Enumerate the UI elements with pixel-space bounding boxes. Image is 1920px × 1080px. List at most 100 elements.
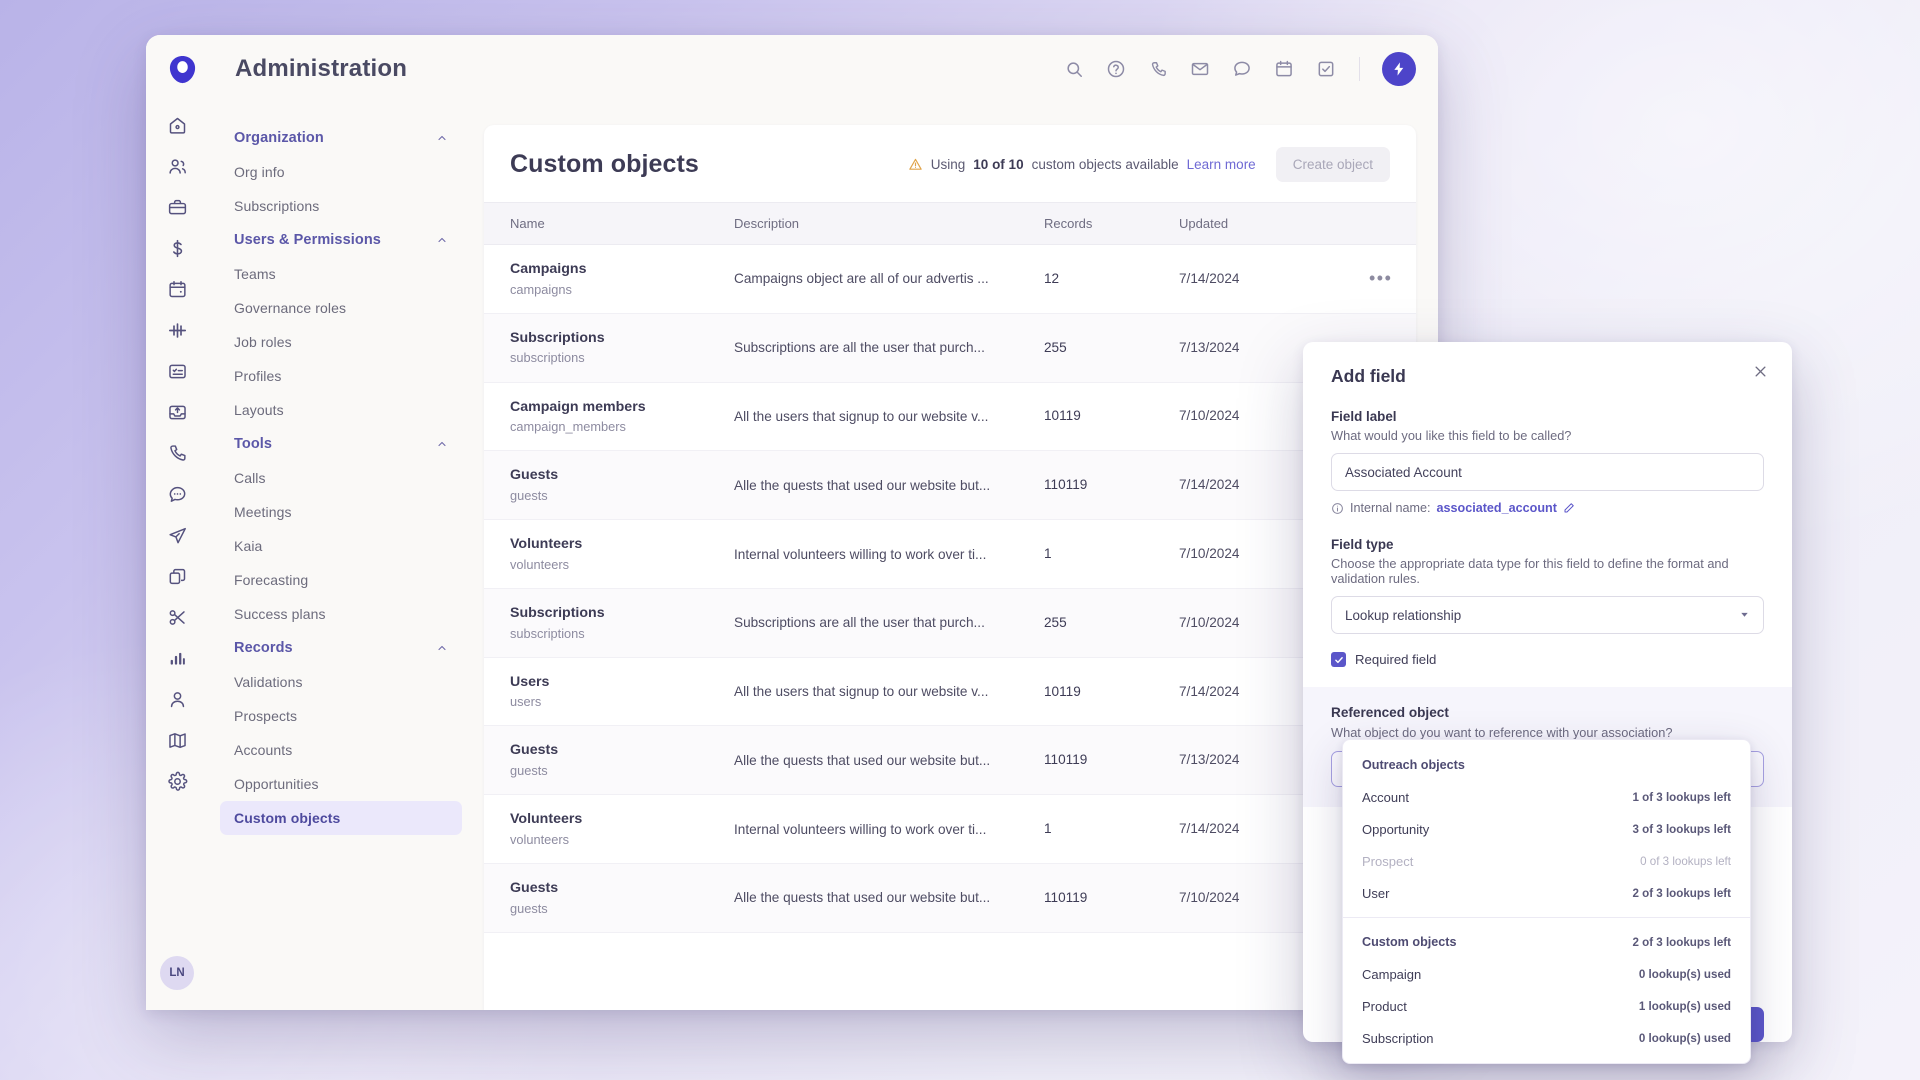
dropdown-item-campaign[interactable]: Campaign0 lookup(s) used [1343,958,1750,990]
table-row[interactable]: SubscriptionssubscriptionsSubscriptions … [484,588,1416,657]
object-slug: volunteers [510,555,734,574]
object-name: Volunteers [510,809,734,830]
column-header-updated: Updated [1179,203,1369,245]
object-slug: volunteers [510,830,734,849]
dropdown-item-account[interactable]: Account1 of 3 lookups left [1343,781,1750,813]
chat-bubble-icon[interactable] [165,482,189,506]
dropdown-item-user[interactable]: User2 of 3 lookups left [1343,877,1750,909]
copy-icon[interactable] [165,564,189,588]
table-row[interactable]: CampaignscampaignsCampaigns object are a… [484,245,1416,314]
object-slug: subscriptions [510,624,734,643]
bar-chart-icon[interactable] [165,646,189,670]
table-row[interactable]: GuestsguestsAlle the quests that used ou… [484,726,1416,795]
sidebar-item-org-info[interactable]: Org info [220,155,462,189]
sidebar-section-label: Users & Permissions [234,232,381,248]
outreach-logo-icon[interactable] [166,53,199,86]
sidebar-item-meetings[interactable]: Meetings [220,495,462,529]
sidebar-item-validations[interactable]: Validations [220,665,462,699]
modal-title: Add field [1331,366,1764,387]
sidebar-section-records[interactable]: Records [220,631,462,665]
warning-triangle-icon [908,157,923,172]
usage-count: 10 of 10 [973,157,1023,172]
sidebar-section-users-permissions[interactable]: Users & Permissions [220,223,462,257]
search-icon[interactable] [1063,58,1085,80]
dropdown-group-header: Custom objects2 of 3 lookups left [1343,926,1750,958]
send-icon[interactable] [165,523,189,547]
field-type-heading: Field type [1331,537,1764,552]
sidebar-item-governance-roles[interactable]: Governance roles [220,291,462,325]
bolt-icon[interactable] [1382,52,1416,86]
object-updated: 7/10/2024 [1179,408,1239,423]
object-records: 12 [1044,271,1059,286]
task-check-icon[interactable] [1315,58,1337,80]
field-label-input[interactable] [1331,453,1764,491]
sidebar-item-custom-objects[interactable]: Custom objects [220,801,462,835]
table-row[interactable]: VolunteersvolunteersInternal volunteers … [484,795,1416,864]
card-list-icon[interactable] [165,359,189,383]
table-row[interactable]: UsersusersAll the users that signup to o… [484,657,1416,726]
avatar[interactable]: LN [160,956,194,990]
calendar-icon[interactable] [165,277,189,301]
gear-icon[interactable] [165,769,189,793]
field-type-select[interactable]: Lookup relationship [1331,596,1764,634]
map-icon[interactable] [165,728,189,752]
sidebar-item-prospects[interactable]: Prospects [220,699,462,733]
row-menu-button[interactable]: ••• [1369,268,1392,288]
waveform-icon[interactable] [165,318,189,342]
table-row[interactable]: GuestsguestsAlle the quests that used ou… [484,451,1416,520]
sidebar-item-job-roles[interactable]: Job roles [220,325,462,359]
table-row[interactable]: SubscriptionssubscriptionsSubscriptions … [484,313,1416,382]
dropdown-item-subscription[interactable]: Subscription0 lookup(s) used [1343,1022,1750,1054]
create-object-button[interactable]: Create object [1276,147,1390,182]
briefcase-icon[interactable] [165,195,189,219]
sidebar-item-profiles[interactable]: Profiles [220,359,462,393]
card-title: Custom objects [510,150,699,179]
table-row[interactable]: VolunteersvolunteersInternal volunteers … [484,520,1416,589]
chat-bubble-icon[interactable] [1231,58,1253,80]
sidebar-item-forecasting[interactable]: Forecasting [220,563,462,597]
pencil-icon[interactable] [1563,502,1575,514]
inbox-upload-icon[interactable] [165,400,189,424]
close-icon[interactable] [1753,364,1768,379]
sidebar-section-organization[interactable]: Organization [220,121,462,155]
home-icon[interactable] [165,113,189,137]
table-row[interactable]: Campaign memberscampaign_membersAll the … [484,382,1416,451]
sidebar-item-success-plans[interactable]: Success plans [220,597,462,631]
table-row[interactable]: GuestsguestsAlle the quests that used ou… [484,864,1416,933]
required-field-checkbox[interactable]: Required field [1331,652,1764,667]
object-records: 110119 [1044,752,1087,767]
sidebar-item-subscriptions[interactable]: Subscriptions [220,189,462,223]
learn-more-link[interactable]: Learn more [1187,157,1256,172]
object-description: Campaigns object are all of our advertis… [734,271,1044,286]
sidebar-item-teams[interactable]: Teams [220,257,462,291]
phone-icon[interactable] [1147,58,1169,80]
required-field-label: Required field [1355,652,1436,667]
dropdown-item-opportunity[interactable]: Opportunity3 of 3 lookups left [1343,813,1750,845]
sidebar-section-tools[interactable]: Tools [220,427,462,461]
sidebar-item-calls[interactable]: Calls [220,461,462,495]
help-circle-icon[interactable] [1105,58,1127,80]
phone-icon[interactable] [165,441,189,465]
object-description: Alle the quests that used our website bu… [734,478,1044,493]
sidebar-item-opportunities[interactable]: Opportunities [220,767,462,801]
dollar-icon[interactable] [165,236,189,260]
sidebar-item-layouts[interactable]: Layouts [220,393,462,427]
object-updated: 7/13/2024 [1179,752,1239,767]
dropdown-item-meta: 0 lookup(s) used [1639,968,1731,981]
referenced-object-dropdown: Outreach objectsAccount1 of 3 lookups le… [1342,739,1751,1064]
person-icon[interactable] [165,687,189,711]
sidebar-item-kaia[interactable]: Kaia [220,529,462,563]
dropdown-item-meta: 3 of 3 lookups left [1632,823,1731,836]
cell-records: 110119 [1044,451,1179,520]
scissors-icon[interactable] [165,605,189,629]
calendar-icon[interactable] [1273,58,1295,80]
cell-description: Alle the quests that used our website bu… [734,451,1044,520]
people-icon[interactable] [165,154,189,178]
mail-icon[interactable] [1189,58,1211,80]
object-description: All the users that signup to our website… [734,684,1044,699]
sidebar-item-accounts[interactable]: Accounts [220,733,462,767]
cell-records: 1 [1044,795,1179,864]
sidebar-section-label: Organization [234,130,324,146]
cell-name: Volunteersvolunteers [484,795,734,864]
dropdown-item-product[interactable]: Product1 lookup(s) used [1343,990,1750,1022]
